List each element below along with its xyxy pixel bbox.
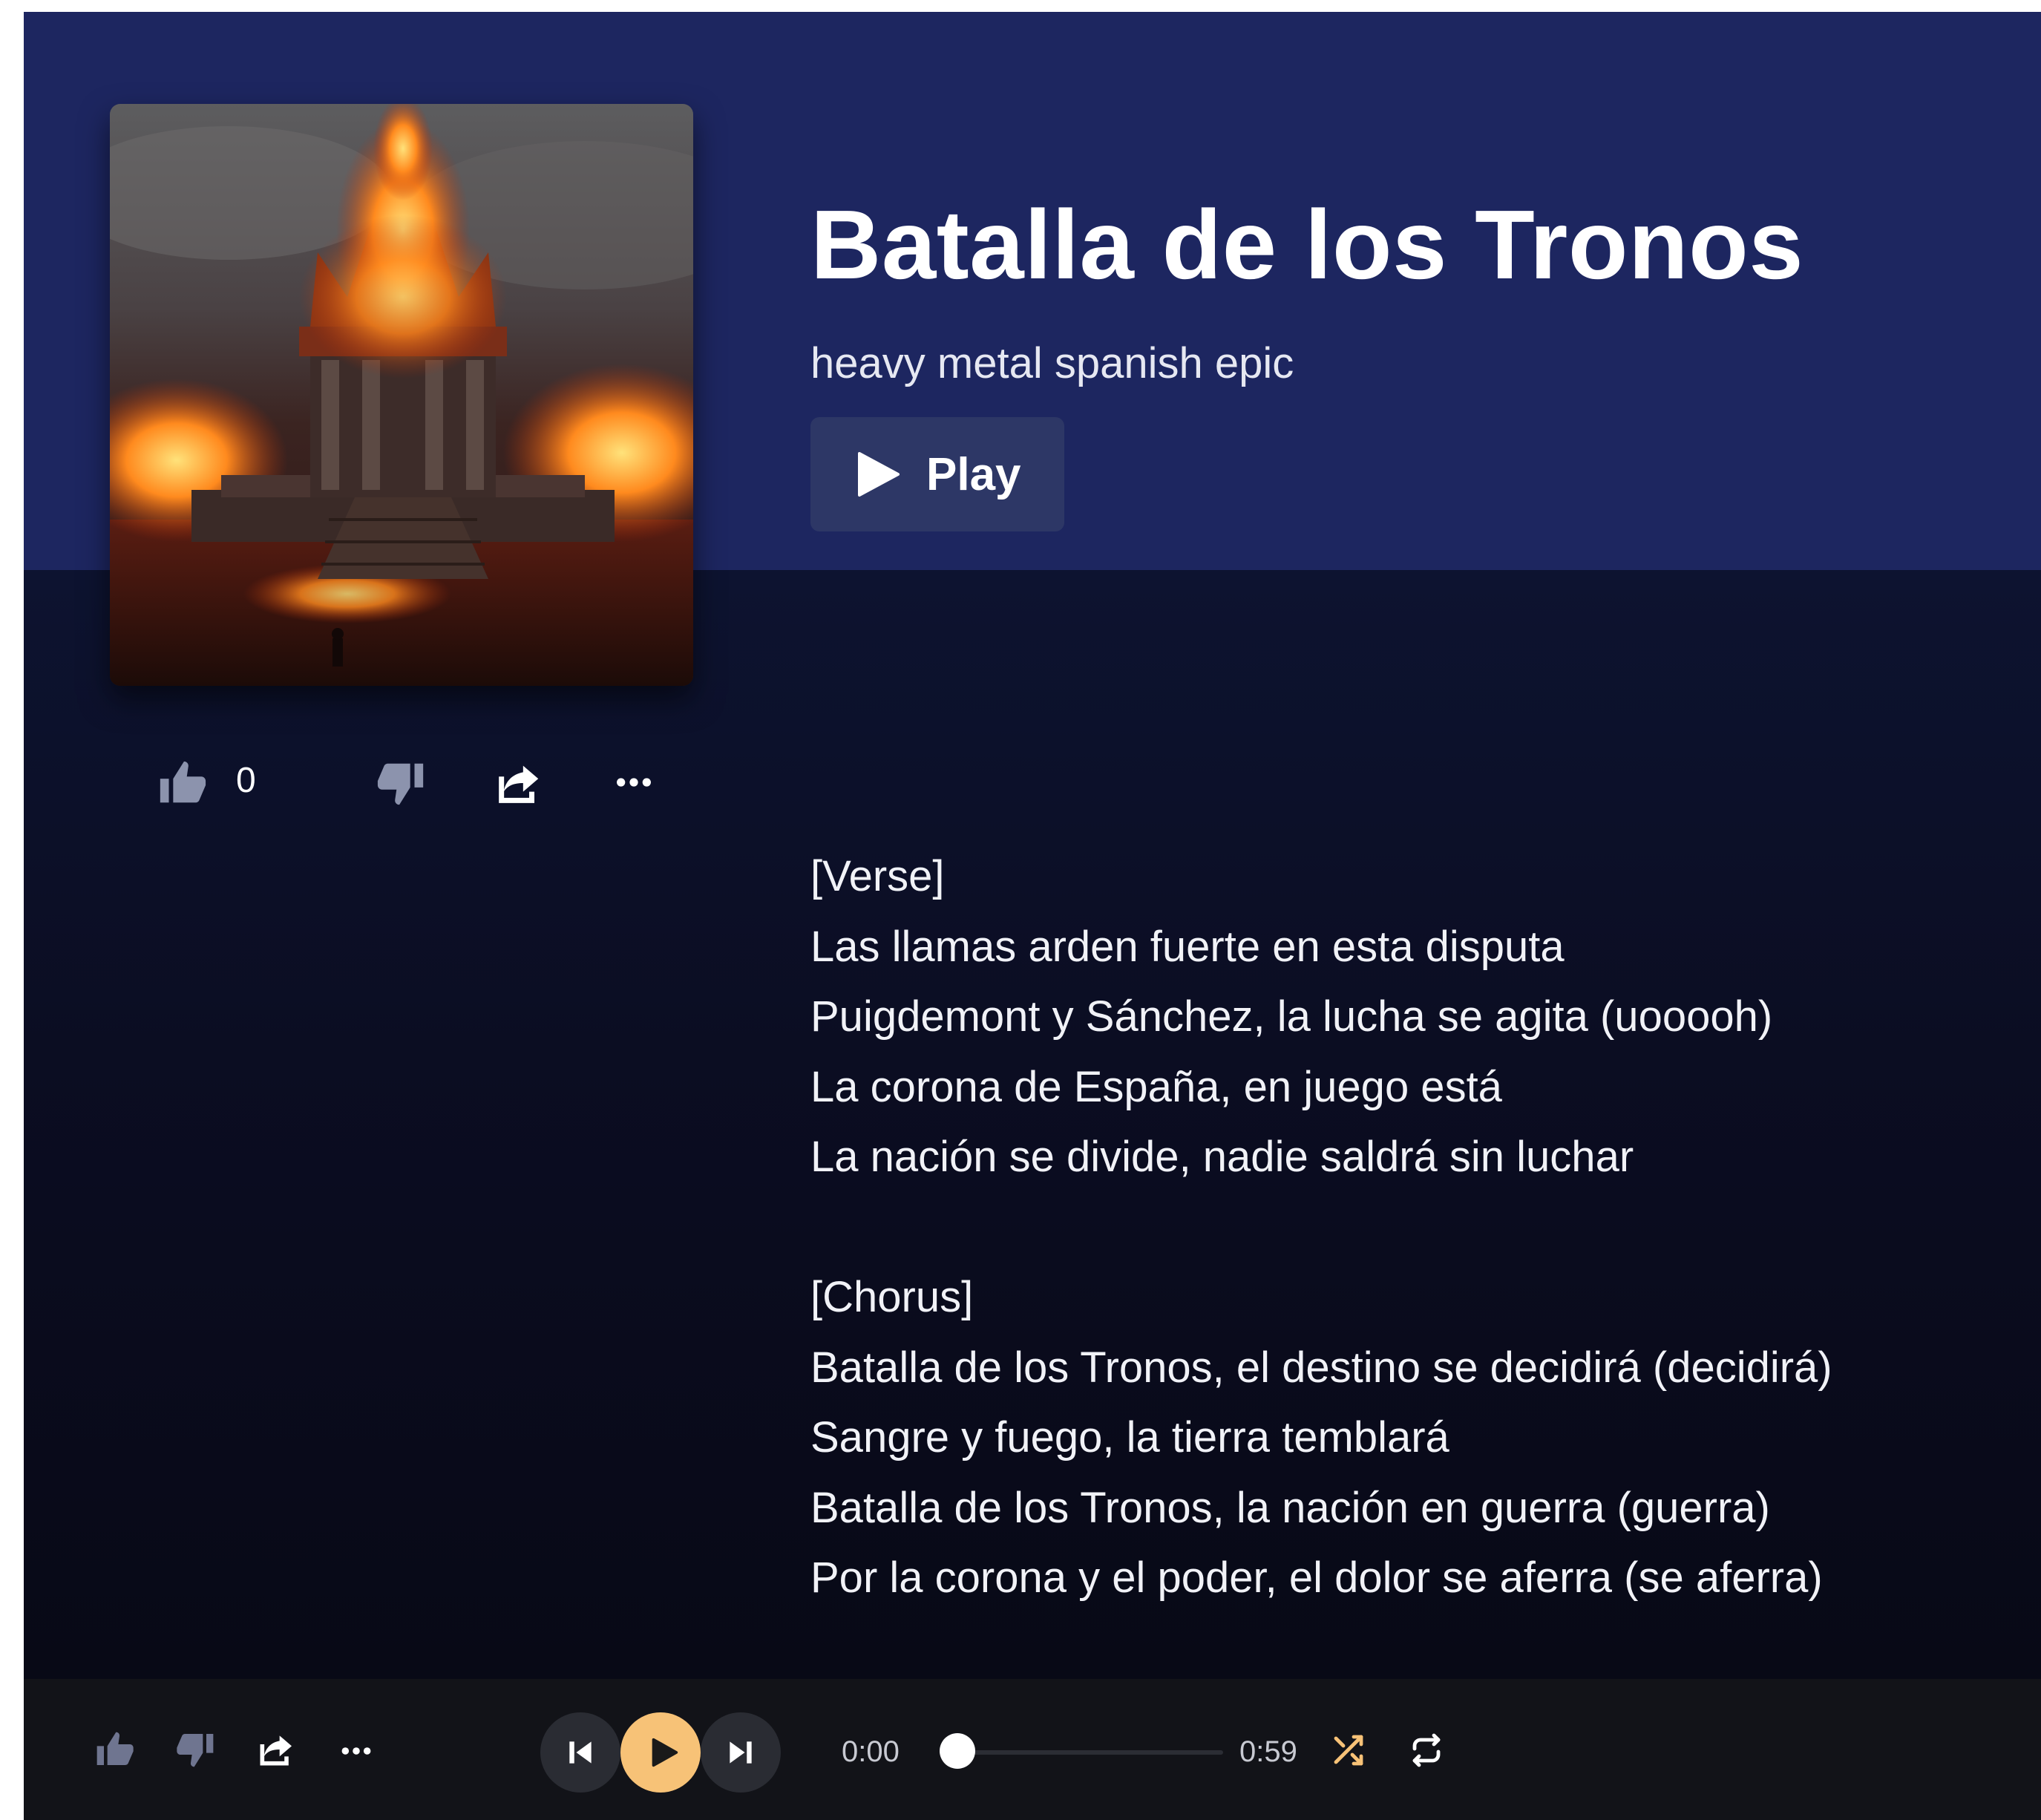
progress-track[interactable] — [954, 1750, 1223, 1755]
thumbs-down-icon[interactable] — [175, 1729, 217, 1770]
lyric-line: La nación se divide, nadie saldrá sin lu… — [810, 1133, 1634, 1181]
skip-previous-icon — [564, 1736, 597, 1769]
lyric-line: Batalla de los Tronos, la nación en guer… — [810, 1483, 1770, 1532]
previous-button[interactable] — [540, 1712, 620, 1793]
repeat-icon[interactable] — [1409, 1732, 1444, 1768]
song-tags: heavy metal spanish epic — [810, 339, 1294, 387]
lyrics-chorus-heading: [Chorus] — [810, 1273, 974, 1321]
player-bar: 0:00 0:59 — [24, 1679, 2041, 1820]
skip-next-icon — [724, 1736, 757, 1769]
play-button[interactable]: Play — [810, 417, 1064, 531]
player-play-button[interactable] — [620, 1712, 701, 1793]
lyric-line: Por la corona y el poder, el dolor se af… — [810, 1554, 1823, 1602]
lyrics-verse-heading: [Verse] — [810, 852, 945, 900]
next-button[interactable] — [701, 1712, 781, 1793]
current-time: 0:00 — [842, 1735, 900, 1768]
thumbs-up-icon[interactable] — [156, 757, 208, 809]
song-page: Batalla de los Tronos heavy metal spanis… — [24, 12, 2041, 1820]
lyric-line: Sangre y fuego, la tierra temblará — [810, 1413, 1449, 1461]
song-title: Batalla de los Tronos — [810, 190, 1804, 299]
lyric-line: Puigdemont y Sánchez, la lucha se agita … — [810, 992, 1773, 1041]
share-icon[interactable] — [493, 757, 545, 809]
play-icon — [856, 451, 901, 498]
lyric-line: Batalla de los Tronos, el destino se dec… — [810, 1343, 1832, 1392]
stanza-gap — [810, 1193, 1832, 1263]
more-horizontal-icon[interactable] — [615, 763, 653, 802]
play-button-label: Play — [926, 448, 1021, 500]
lyrics: [Verse] Las llamas arden fuerte en esta … — [810, 842, 1832, 1614]
more-horizontal-icon[interactable] — [340, 1735, 373, 1767]
duration: 0:59 — [1239, 1735, 1297, 1768]
song-actions: 0 — [24, 744, 766, 825]
share-icon[interactable] — [255, 1729, 297, 1770]
lyric-line: Las llamas arden fuerte en esta disputa — [810, 922, 1565, 971]
lyric-line: La corona de España, en juego está — [810, 1062, 1502, 1111]
thumbs-down-icon[interactable] — [376, 757, 427, 809]
shuffle-icon[interactable] — [1330, 1732, 1366, 1768]
cover-art — [110, 104, 693, 686]
progress-thumb[interactable] — [940, 1733, 975, 1769]
play-icon — [646, 1735, 681, 1770]
like-count: 0 — [236, 761, 256, 800]
thumbs-up-icon[interactable] — [94, 1729, 135, 1770]
